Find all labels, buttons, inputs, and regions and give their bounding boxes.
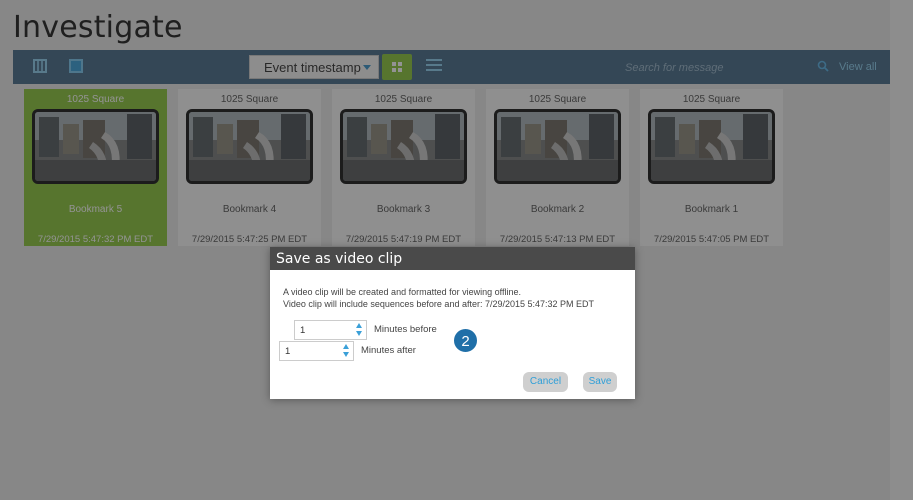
minutes-before-label: Minutes before — [374, 324, 437, 335]
save-button[interactable]: Save — [583, 372, 617, 392]
stepper-down-icon[interactable] — [343, 352, 349, 357]
callout-number-badge: 2 — [453, 328, 478, 353]
minutes-before-stepper[interactable] — [294, 320, 367, 340]
stepper-up-icon[interactable] — [356, 323, 362, 328]
cancel-button[interactable]: Cancel — [523, 372, 568, 392]
stepper-up-icon[interactable] — [343, 344, 349, 349]
minutes-after-stepper[interactable] — [279, 341, 354, 361]
minutes-after-label: Minutes after — [361, 345, 416, 356]
stepper-down-icon[interactable] — [356, 331, 362, 336]
dialog-description-line: A video clip will be created and formatt… — [283, 287, 521, 297]
dialog-description: A video clip will be created and formatt… — [283, 286, 628, 310]
dialog-title: Save as video clip — [270, 247, 635, 270]
dialog-description-line: Video clip will include sequences before… — [283, 299, 595, 309]
save-video-clip-dialog: Save as video clip A video clip will be … — [270, 247, 635, 399]
